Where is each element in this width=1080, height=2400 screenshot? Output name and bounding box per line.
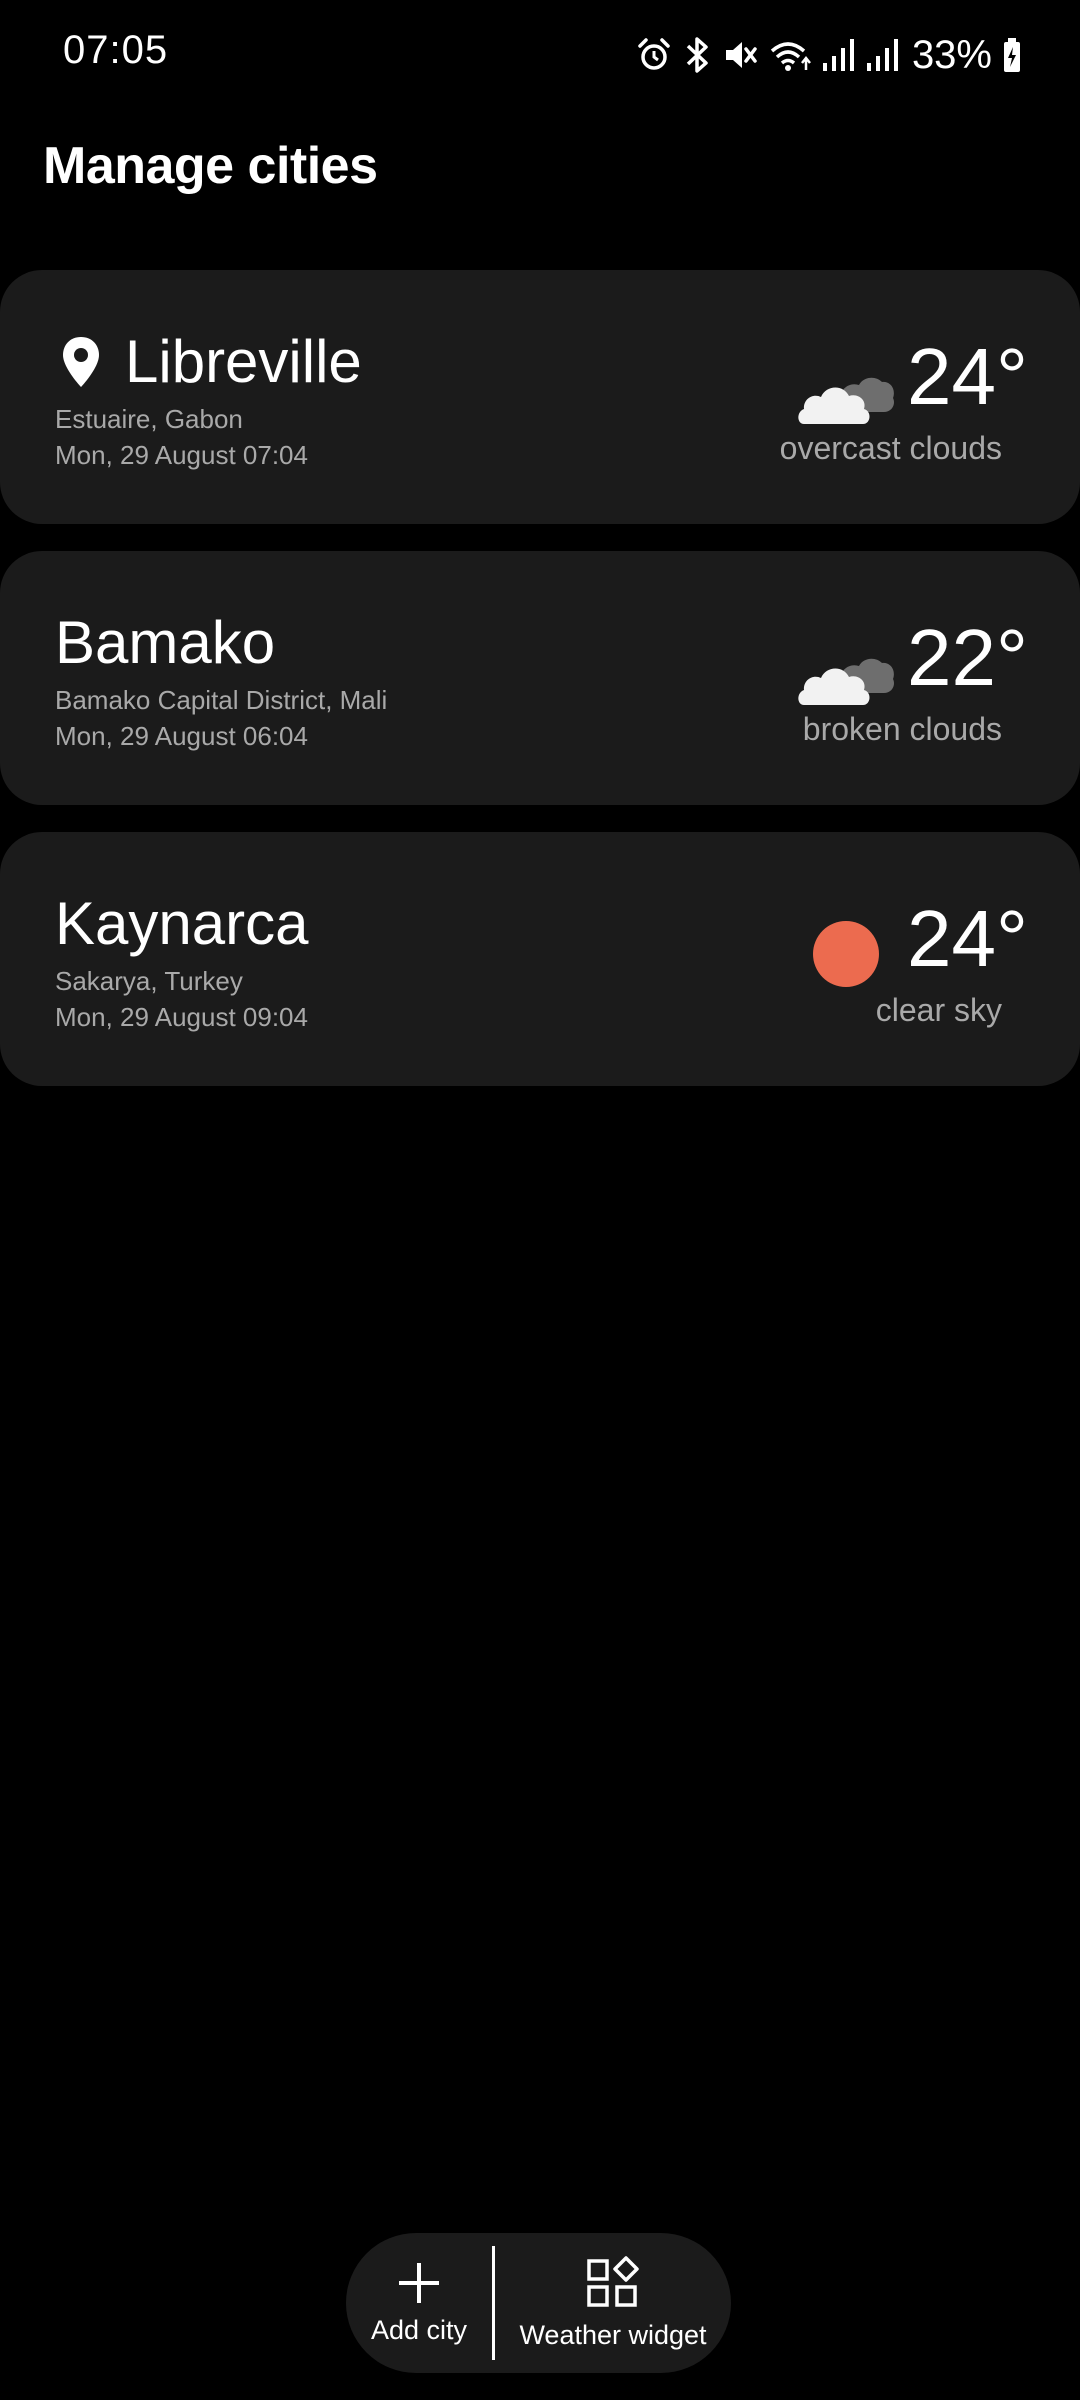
status-icons: 33% xyxy=(636,30,1022,80)
city-name: Bamako xyxy=(55,609,276,676)
battery-charging-icon xyxy=(1004,38,1020,72)
cloud-icon xyxy=(798,377,894,424)
city-name-row: Kaynarca xyxy=(55,888,308,960)
alarm-icon xyxy=(638,38,670,70)
temperature: 22° xyxy=(907,613,1028,702)
wifi-icon xyxy=(770,42,811,71)
city-card-kaynarca[interactable]: Kaynarca Sakarya, Turkey Mon, 29 August … xyxy=(0,832,1080,1086)
battery-level: 33% xyxy=(911,32,992,77)
status-bar: 07:05 33% xyxy=(0,0,1080,104)
city-region: Estuaire, Gabon xyxy=(55,404,243,434)
city-datetime: Mon, 29 August 07:04 xyxy=(55,440,308,470)
city-datetime: Mon, 29 August 06:04 xyxy=(55,721,308,751)
plus-icon xyxy=(399,2262,439,2303)
city-region: Sakarya, Turkey xyxy=(55,966,243,996)
temperature: 24° xyxy=(907,894,1028,983)
weather-widget-button[interactable]: Weather widget xyxy=(495,2233,731,2373)
weather-condition: overcast clouds xyxy=(779,430,1002,466)
city-card-libreville[interactable]: Libreville Estuaire, Gabon Mon, 29 Augus… xyxy=(0,270,1080,524)
bottom-action-bar: Add city Weather widget xyxy=(346,2233,731,2373)
mute-icon xyxy=(725,42,757,68)
city-name-row: Libreville xyxy=(55,326,362,398)
city-name: Kaynarca xyxy=(55,890,309,957)
add-city-button[interactable]: Add city xyxy=(346,2233,492,2373)
temperature: 24° xyxy=(907,332,1028,421)
widget-icon xyxy=(587,2255,639,2307)
status-time: 07:05 xyxy=(63,28,169,72)
city-name: Libreville xyxy=(125,328,362,395)
city-datetime: Mon, 29 August 09:04 xyxy=(55,1002,308,1032)
weather-condition: clear sky xyxy=(875,992,1002,1028)
page-title: Manage cities xyxy=(43,137,378,195)
cloud-icon xyxy=(798,658,894,705)
bluetooth-icon xyxy=(686,37,708,73)
sun-icon xyxy=(813,921,879,987)
city-region: Bamako Capital District, Mali xyxy=(55,685,388,715)
weather-widget-label: Weather widget xyxy=(519,2319,707,2350)
signal-icon xyxy=(866,39,898,71)
city-list: Libreville Estuaire, Gabon Mon, 29 Augus… xyxy=(0,270,1080,1113)
city-card-bamako[interactable]: Bamako Bamako Capital District, Mali Mon… xyxy=(0,551,1080,805)
city-name-row: Bamako xyxy=(55,607,275,679)
location-pin-icon xyxy=(63,337,99,387)
signal-icon xyxy=(822,39,854,71)
weather-condition: broken clouds xyxy=(802,711,1002,747)
add-city-label: Add city xyxy=(370,2314,468,2345)
